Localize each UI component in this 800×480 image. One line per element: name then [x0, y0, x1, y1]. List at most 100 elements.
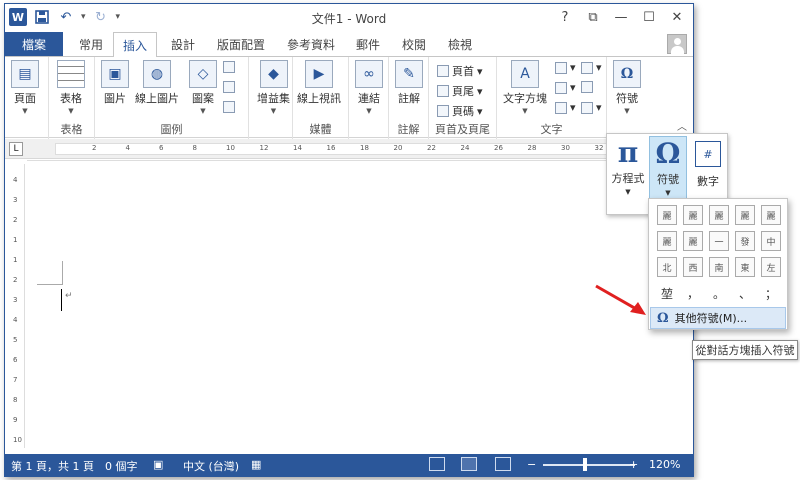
online-pictures-button[interactable]: ◍ 線上圖片	[135, 60, 179, 106]
zoom-out-button[interactable]: −	[527, 458, 536, 471]
symbol-cell[interactable]: 麗	[683, 205, 703, 225]
text-box-icon: A	[511, 60, 539, 88]
header-button[interactable]: 頁首 ▾	[437, 63, 483, 79]
word-count[interactable]: 0 個字	[105, 458, 138, 474]
omega-icon: Ω	[613, 60, 641, 88]
zoom-in-button[interactable]: +	[629, 458, 638, 471]
symbol-cell[interactable]: 麗	[709, 205, 729, 225]
avatar[interactable]	[667, 34, 687, 54]
symbol-cell[interactable]: 一	[709, 231, 729, 251]
symbol-cell[interactable]: ；	[761, 283, 781, 303]
ruler-tick-label: 3	[13, 196, 18, 204]
tab-review[interactable]: 校閱	[395, 32, 433, 56]
zoom-slider-thumb[interactable]	[583, 458, 587, 471]
page-count[interactable]: 第 1 頁，共 1 頁	[11, 458, 94, 474]
symbol-cell[interactable]: 南	[709, 257, 729, 277]
word-window: W ↶ ▾ ↻ ▾ 文件1 - Word ? ⧉ — ☐ ✕ 檔案 常用 插入 …	[4, 3, 694, 477]
symbol-cell[interactable]: 左	[761, 257, 781, 277]
quick-parts-icon	[555, 61, 567, 74]
ribbon-display-options-button[interactable]: ⧉	[581, 7, 605, 27]
comment-button[interactable]: ✎ 註解	[395, 60, 423, 106]
object-button[interactable]: ▾	[581, 101, 602, 114]
tab-design[interactable]: 設計	[163, 32, 203, 56]
symbols-button[interactable]: Ω 符號 ▼	[613, 60, 641, 115]
page-number-button[interactable]: 頁碼 ▾	[437, 103, 483, 119]
chevron-down-icon: ▾	[570, 61, 576, 74]
table-icon	[57, 60, 85, 88]
symbol-cell[interactable]: 發	[735, 231, 755, 251]
minimize-button[interactable]: —	[609, 7, 633, 27]
pages-button[interactable]: ▤ 頁面 ▼	[11, 60, 39, 115]
ribbon-group-links: ∞ 連結 ▼	[349, 57, 389, 139]
zoom-slider[interactable]	[543, 464, 635, 466]
tab-mailings[interactable]: 郵件	[349, 32, 387, 56]
symbol-cell[interactable]: 北	[657, 257, 677, 277]
symbol-cell[interactable]: 麗	[761, 205, 781, 225]
ruler-tick-label: 24	[460, 144, 470, 152]
close-button[interactable]: ✕	[665, 7, 689, 27]
ribbon-group-symbols: Ω 符號 ▼	[607, 57, 647, 139]
ruler-tick-label: 4	[13, 316, 18, 324]
chart-button[interactable]	[223, 81, 235, 93]
margin-marker	[37, 284, 63, 285]
ruler-tick-label: 4	[13, 176, 18, 184]
table-button[interactable]: 表格 ▼	[57, 60, 85, 115]
more-symbols-menu-item[interactable]: Ω 其他符號(M)...	[650, 307, 786, 329]
text-box-button[interactable]: A 文字方塊 ▼	[503, 60, 547, 115]
symbol-cell[interactable]: 麗	[657, 205, 677, 225]
web-layout-view-icon[interactable]	[495, 457, 511, 471]
maximize-button[interactable]: ☐	[637, 7, 661, 27]
tab-file[interactable]: 檔案	[5, 32, 63, 56]
tab-view[interactable]: 檢視	[441, 32, 479, 56]
chevron-down-icon: ▼	[625, 188, 631, 196]
symbol-cell[interactable]: 東	[735, 257, 755, 277]
zoom-level[interactable]: 120%	[649, 458, 680, 471]
symbol-cell[interactable]: 、	[735, 283, 755, 303]
macro-icon[interactable]: ▦	[251, 458, 261, 471]
symbol-cell[interactable]: 麗	[735, 205, 755, 225]
header-label: 頁首	[452, 65, 474, 78]
drop-cap-button[interactable]: ▾	[555, 101, 576, 114]
shapes-button[interactable]: ◇ 圖案 ▼	[189, 60, 217, 115]
group-label-comments: 註解	[397, 123, 420, 136]
links-button[interactable]: ∞ 連結 ▼	[355, 60, 383, 115]
ribbon-group-header-footer: 頁首 ▾ 頁尾 ▾ 頁碼 ▾ 頁首及頁尾	[429, 57, 497, 139]
smartart-button[interactable]	[223, 61, 235, 73]
tab-selector[interactable]: L	[9, 142, 23, 156]
ruler-track[interactable]: 2 4 6 8 10 12 14 16 18 20 22 24 26 28 30 32	[55, 143, 635, 155]
help-button[interactable]: ?	[553, 7, 577, 27]
wordart-button[interactable]: ▾	[555, 81, 576, 94]
symbol-cell[interactable]: 麗	[683, 231, 703, 251]
more-symbols-label: 其他符號(M)...	[674, 312, 748, 325]
title-bar: W ↶ ▾ ↻ ▾ 文件1 - Word ? ⧉ — ☐ ✕	[5, 4, 693, 32]
symbol-cell[interactable]: 西	[683, 257, 703, 277]
tab-references[interactable]: 參考資料	[281, 32, 341, 56]
date-time-button[interactable]	[581, 81, 593, 93]
footer-button[interactable]: 頁尾 ▾	[437, 83, 483, 99]
pictures-button[interactable]: ▣ 圖片	[101, 60, 129, 106]
symbol-cell[interactable]: 堃	[657, 283, 677, 303]
print-layout-view-icon[interactable]	[461, 457, 477, 471]
signature-line-button[interactable]: ▾	[581, 61, 602, 74]
pi-icon: π	[617, 136, 639, 169]
language-status[interactable]: 中文 (台灣)	[183, 458, 239, 474]
ribbon-group-pages: ▤ 頁面 ▼	[5, 57, 49, 139]
tab-layout[interactable]: 版面配置	[211, 32, 271, 56]
read-mode-view-icon[interactable]	[429, 457, 445, 471]
proofing-icon[interactable]: ▣	[153, 458, 163, 471]
quick-parts-button[interactable]: ▾	[555, 61, 576, 74]
ruler-tick-label: 10	[13, 436, 22, 444]
collapse-ribbon-icon[interactable]: ︿	[677, 118, 687, 133]
online-video-button[interactable]: ▶ 線上視訊	[297, 60, 341, 106]
tab-insert[interactable]: 插入	[113, 32, 157, 57]
ribbon-tabs: 檔案 常用 插入 設計 版面配置 參考資料 郵件 校閱 檢視	[5, 32, 693, 57]
smartart-icon	[223, 61, 235, 73]
symbol-cell[interactable]: 中	[761, 231, 781, 251]
screenshot-button[interactable]	[223, 101, 235, 113]
tab-home[interactable]: 常用	[71, 32, 111, 56]
symbol-cell[interactable]: 。	[709, 283, 729, 303]
equation-button[interactable]: π 方程式 ▼	[609, 136, 647, 212]
symbol-cell[interactable]: ，	[683, 283, 703, 303]
symbol-cell[interactable]: 麗	[657, 231, 677, 251]
addins-button[interactable]: ◆ 增益集 ▼	[257, 60, 290, 115]
